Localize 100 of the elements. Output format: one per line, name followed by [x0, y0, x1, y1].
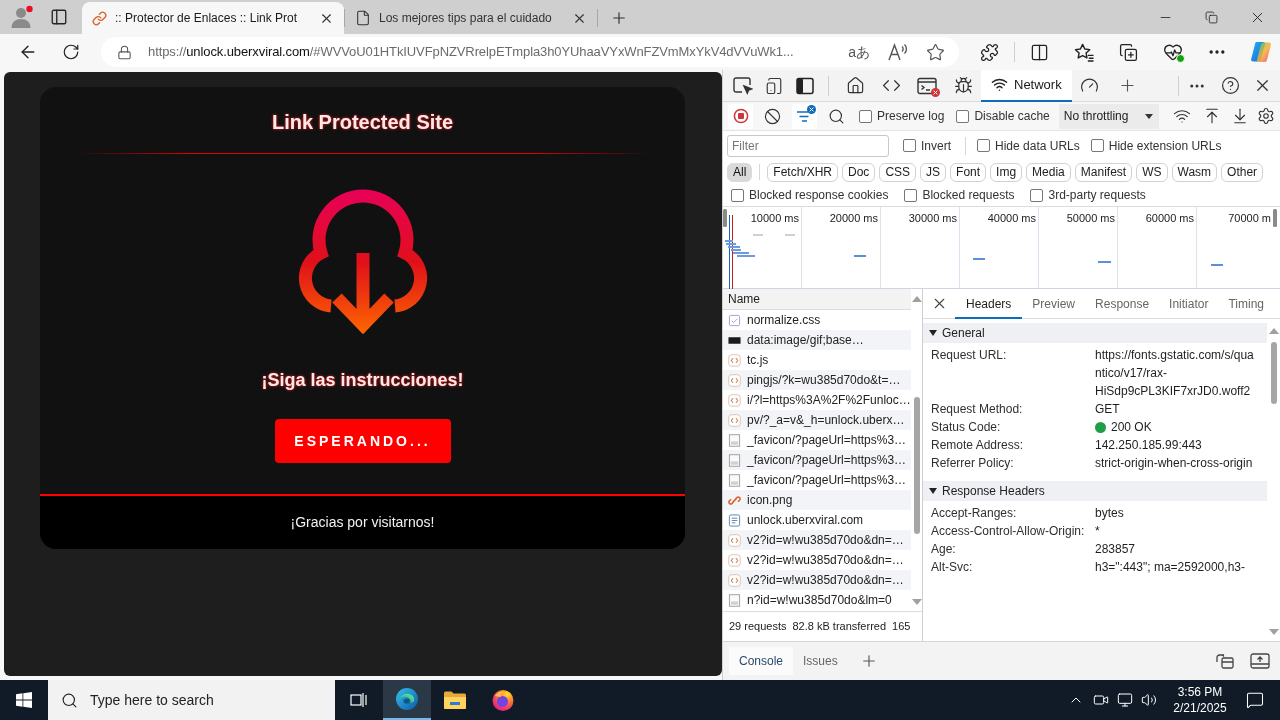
task-view-icon[interactable]	[350, 692, 368, 708]
request-row[interactable]: pv/?_a=v&_h=unlock.uberx…	[723, 410, 911, 430]
profile-avatar-icon[interactable]	[10, 5, 34, 29]
details-tab[interactable]: Response	[1085, 288, 1160, 319]
checkbox[interactable]	[956, 109, 970, 123]
filter-input[interactable]: Filter	[727, 134, 889, 157]
notifications-icon[interactable]	[1246, 691, 1264, 709]
browser-tab[interactable]: :: Protector de Enlaces :: Link Prot	[82, 2, 344, 34]
checkbox[interactable]	[859, 109, 872, 123]
scroll-up-icon[interactable]	[911, 296, 922, 302]
split-screen-icon[interactable]	[1030, 42, 1049, 62]
checkbox[interactable]	[1090, 139, 1104, 152]
scroll-down-icon[interactable]	[911, 599, 922, 605]
header-value: https://fonts.gstatic.com/s/quantico/v17/rax-HiSdp9cPL3KIF7xrJD0.woff2	[1095, 347, 1255, 400]
heart-pulse-icon[interactable]	[1163, 42, 1183, 62]
timeline-bar	[753, 234, 763, 236]
type-filter-chip[interactable]: Img	[990, 162, 1023, 182]
type-filter-chip[interactable]: WS	[1136, 162, 1168, 182]
checkbox[interactable]	[1030, 188, 1044, 202]
request-row[interactable]: icon.png	[723, 490, 911, 510]
search-icon[interactable]	[828, 107, 845, 125]
request-row[interactable]: v2?id=w!wu385d70do&dn=…	[723, 530, 911, 550]
favorites-icon[interactable]	[1074, 42, 1095, 62]
bug-icon	[953, 76, 973, 95]
move-panel-icon[interactable]	[1216, 653, 1234, 669]
clock-date[interactable]: 2/21/2025	[1173, 700, 1227, 716]
inspect-icon[interactable]	[732, 76, 753, 95]
details-tab[interactable]: Preview	[1022, 288, 1086, 319]
favorite-star-icon[interactable]	[926, 42, 945, 62]
wifi-icon	[991, 76, 1008, 93]
dock-side-icon[interactable]	[795, 76, 814, 95]
details-tab[interactable]: Timing	[1218, 288, 1274, 319]
type-filter-chip[interactable]: Manifest	[1074, 162, 1133, 182]
expand-panel-icon[interactable]	[1250, 653, 1270, 669]
checkbox[interactable]	[977, 139, 990, 152]
header-name: Status Code:	[930, 419, 1002, 436]
type-filter-chip[interactable]: All	[727, 162, 753, 182]
scroll-down-icon[interactable]	[1268, 629, 1279, 635]
start-icon[interactable]	[16, 692, 32, 708]
scrollbar-thumb[interactable]	[913, 397, 920, 534]
request-row[interactable]: pingjs/?k=wu385d70do&t=…	[723, 370, 911, 390]
status-text: 82.8 kB transferred	[792, 619, 887, 635]
extensions-icon[interactable]	[980, 42, 999, 62]
script-icon	[728, 553, 741, 567]
taskbar-app[interactable]	[383, 680, 431, 720]
type-filter-chip[interactable]: CSS	[879, 162, 917, 182]
browser-tab[interactable]: Los mejores tips para el cuidado	[345, 2, 597, 34]
checkbox-label: Hide data URLs	[995, 137, 1080, 155]
time-tick-label: 20000 ms	[829, 211, 878, 225]
refresh-icon[interactable]	[62, 43, 80, 61]
drawer-tab[interactable]: Console	[729, 647, 794, 675]
type-filter-chip[interactable]: Doc	[842, 162, 876, 182]
type-filter-chip[interactable]: Other	[1221, 162, 1264, 182]
type-filter-chip[interactable]: Fetch/XHR	[767, 162, 839, 182]
settings-icon[interactable]	[1256, 107, 1275, 125]
timeline-bar	[1098, 261, 1111, 263]
record-icon[interactable]	[732, 108, 749, 124]
type-filter-chip[interactable]: Media	[1026, 162, 1071, 182]
throttling-dropdown[interactable]: No throttling	[1058, 103, 1159, 129]
clock-time[interactable]: 3:56 PM	[1177, 684, 1223, 700]
checkbox[interactable]	[904, 188, 918, 202]
translate-glyph[interactable]: aあ	[848, 41, 870, 63]
script-icon	[728, 393, 741, 407]
request-row[interactable]: _favicon/?pageUrl=https%3…	[723, 450, 911, 470]
restore-icon[interactable]	[1204, 10, 1218, 24]
checkbox[interactable]	[731, 188, 744, 202]
read-aloud-icon[interactable]	[888, 43, 908, 61]
scroll-up-icon[interactable]	[1268, 328, 1279, 334]
details-tab[interactable]: Headers	[955, 288, 1023, 319]
device-icon[interactable]	[764, 76, 783, 95]
checkbox[interactable]	[903, 139, 916, 152]
scrollbar-thumb[interactable]	[1270, 342, 1277, 404]
volume-icon[interactable]	[1141, 692, 1157, 708]
header-name: Alt-Svc:	[930, 559, 974, 576]
section-header[interactable]: General	[923, 323, 1267, 343]
collections-icon[interactable]	[1119, 42, 1138, 62]
search-input[interactable]: Type here to search	[90, 688, 320, 712]
clear-icon[interactable]	[764, 107, 781, 125]
help-icon[interactable]	[1221, 76, 1240, 95]
panel-tab[interactable]: Network	[981, 69, 1072, 102]
header-value: GET	[1095, 401, 1121, 418]
drawer-tab[interactable]: Issues	[793, 647, 848, 675]
request-row[interactable]: data:image/gif;base…	[723, 330, 911, 350]
column-header[interactable]: Name	[723, 289, 911, 310]
link-icon	[92, 10, 107, 26]
request-row[interactable]: v2?id=w!wu385d70do&dn=…	[723, 570, 911, 590]
file-icon	[728, 313, 741, 327]
type-filter-chip[interactable]: Wasm	[1171, 162, 1218, 182]
address-bar[interactable]: https://unlock.uberxviral.com/#WVVoU01HTkIUVFpNZVRrelpETmpla3h0YUhaaVYxWnFZVmMxYkV4dVVuWk1... aあ	[101, 37, 959, 67]
sparkle-logo-icon[interactable]	[1249, 40, 1273, 64]
type-filter-chip[interactable]: Font	[950, 162, 987, 182]
new-tab-icon[interactable]	[610, 9, 628, 27]
details-tab[interactable]: Initiator	[1159, 288, 1219, 319]
tab-actions-icon[interactable]	[50, 8, 68, 26]
camera-icon[interactable]	[1093, 692, 1109, 708]
search-field[interactable]: Type here to search	[48, 680, 335, 720]
network-icon[interactable]	[1117, 692, 1133, 708]
section-header[interactable]: Response Headers	[923, 481, 1267, 501]
type-filter-chip[interactable]: JS	[920, 162, 947, 182]
waiting-button[interactable]: ESPERANDO...	[274, 419, 451, 463]
